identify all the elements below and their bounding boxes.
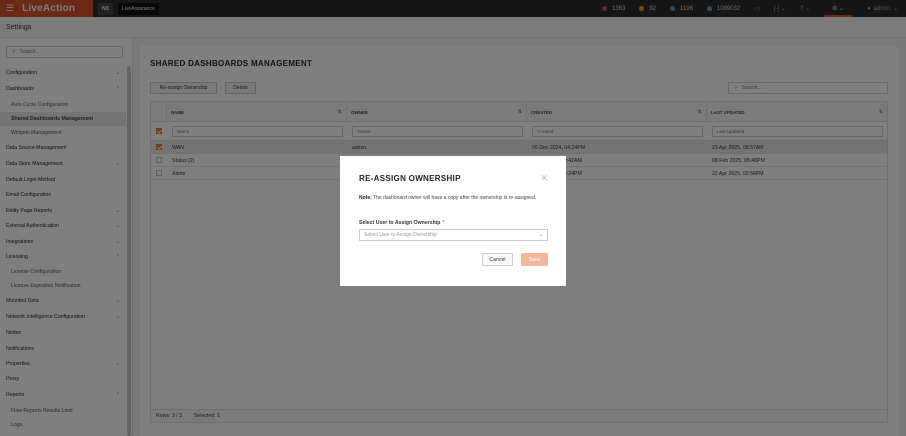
select-user-dropdown[interactable]: Select User to Assign Ownership ⌄ — [359, 229, 548, 241]
close-icon[interactable]: ✕ — [540, 173, 548, 184]
required-mark: * — [442, 220, 445, 226]
dialog-title: RE-ASSIGN OWNERSHIP — [359, 174, 461, 183]
reassign-ownership-dialog: RE-ASSIGN OWNERSHIP ✕ Note: The dashboar… — [340, 156, 566, 286]
dialog-note: Note: The dashboard owner will have a co… — [359, 195, 537, 201]
chevron-down-icon: ⌄ — [538, 232, 543, 238]
cancel-button[interactable]: Cancel — [482, 253, 513, 266]
select-user-label: Select User to Assign Ownership * — [359, 220, 445, 226]
save-button[interactable]: Save — [521, 253, 548, 266]
